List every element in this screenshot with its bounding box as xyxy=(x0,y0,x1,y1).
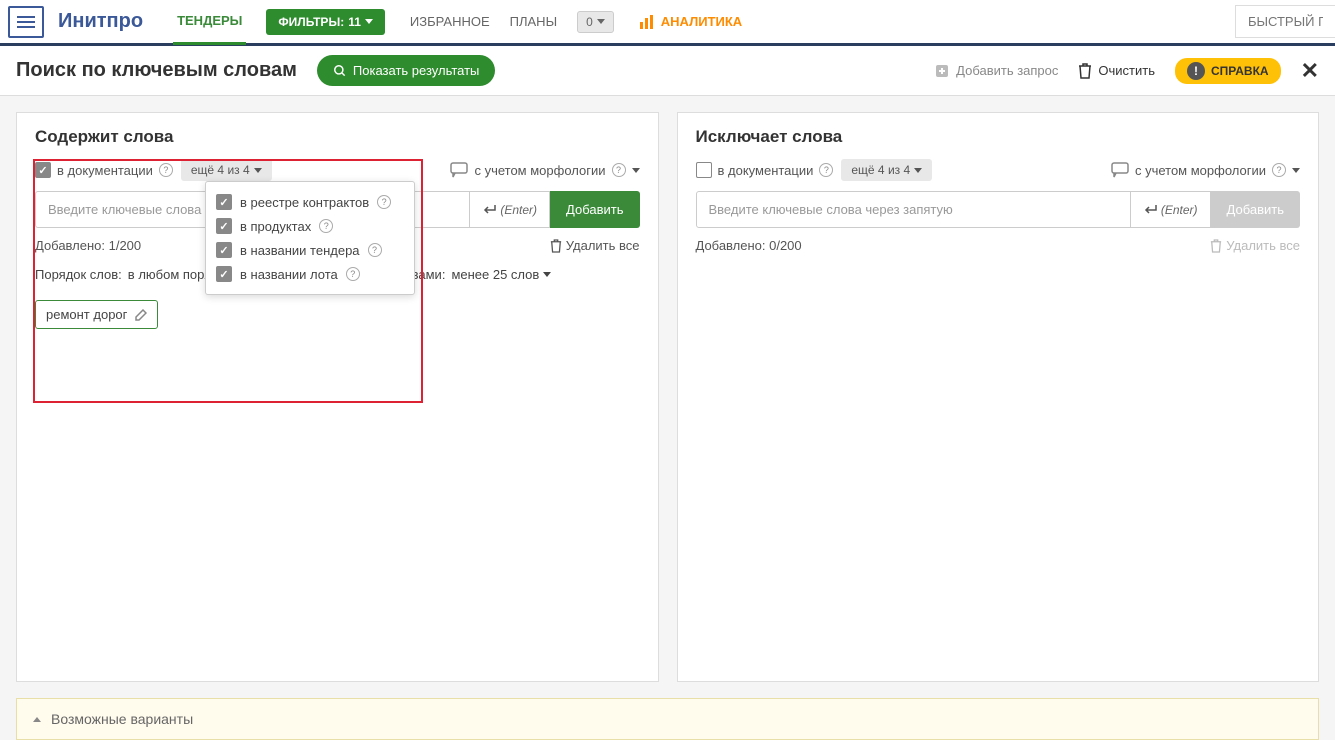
distance-dropdown[interactable]: менее 25 слов xyxy=(451,267,551,282)
page-header: Поиск по ключевым словам Показать резуль… xyxy=(0,46,1335,96)
delete-all-button[interactable]: Удалить все xyxy=(1210,238,1300,253)
enter-hint: (Enter) xyxy=(1131,191,1211,228)
option-tender-name[interactable]: в названии тендера ? xyxy=(214,238,406,262)
chevron-down-icon xyxy=(597,19,605,24)
content-area: Содержит слова в документации ? ещё 4 из… xyxy=(0,96,1335,698)
enter-icon xyxy=(1143,204,1157,216)
more-options-badge[interactable]: ещё 4 из 4 xyxy=(181,159,272,181)
pencil-icon xyxy=(135,309,147,321)
help-icon[interactable]: ? xyxy=(819,163,833,177)
add-query-button[interactable]: Добавить запрос xyxy=(934,63,1058,79)
morphology-toggle[interactable]: с учетом морфологии ? xyxy=(450,162,639,178)
checkbox-icon xyxy=(216,242,232,258)
trash-icon xyxy=(1210,239,1222,253)
filters-label: ФИЛЬТРЫ: xyxy=(278,15,344,29)
more-options-dropdown: в реестре контрактов ? в продуктах ? в н… xyxy=(205,181,415,295)
contains-words-panel: Содержит слова в документации ? ещё 4 из… xyxy=(16,112,659,682)
keyword-input-row: (Enter) Добавить xyxy=(696,191,1301,228)
option-contracts-registry[interactable]: в реестре контрактов ? xyxy=(214,190,406,214)
checkbox-icon xyxy=(216,218,232,234)
help-icon[interactable]: ? xyxy=(377,195,391,209)
in-docs-checkbox[interactable]: в документации ? xyxy=(696,162,834,178)
close-button[interactable]: ✕ xyxy=(1301,58,1319,84)
excludes-words-panel: Исключает слова в документации ? ещё 4 и… xyxy=(677,112,1320,682)
help-icon[interactable]: ? xyxy=(368,243,382,257)
enter-icon xyxy=(482,204,496,216)
help-icon[interactable]: ? xyxy=(346,267,360,281)
chevron-down-icon xyxy=(632,168,640,173)
trash-icon xyxy=(550,239,562,253)
nav-filters[interactable]: ФИЛЬТРЫ: 11 xyxy=(266,9,384,35)
more-options-badge[interactable]: ещё 4 из 4 xyxy=(841,159,932,181)
nav-analytics[interactable]: АНАЛИТИКА xyxy=(639,14,742,30)
option-products[interactable]: в продуктах ? xyxy=(214,214,406,238)
comment-icon xyxy=(450,162,468,178)
help-icon[interactable]: ? xyxy=(1272,163,1286,177)
help-button[interactable]: ! СПРАВКА xyxy=(1175,58,1281,84)
chevron-down-icon xyxy=(365,19,373,24)
show-results-button[interactable]: Показать результаты xyxy=(317,55,495,86)
info-icon: ! xyxy=(1187,62,1205,80)
added-counter: Добавлено: 0/200 xyxy=(696,238,802,253)
in-docs-checkbox[interactable]: в документации ? xyxy=(35,162,173,178)
add-keyword-button[interactable]: Добавить xyxy=(550,191,639,228)
chevron-up-icon xyxy=(33,717,41,722)
quick-search-input[interactable] xyxy=(1235,5,1335,38)
filters-count: 11 xyxy=(348,15,361,29)
option-lot-name[interactable]: в названии лота ? xyxy=(214,262,406,286)
page-title: Поиск по ключевым словам xyxy=(16,59,297,82)
header-actions: Добавить запрос Очистить ! СПРАВКА ✕ xyxy=(934,58,1319,84)
checkbox-icon xyxy=(696,162,712,178)
add-keyword-button[interactable]: Добавить xyxy=(1211,191,1300,228)
checkbox-icon xyxy=(216,266,232,282)
help-icon[interactable]: ? xyxy=(319,219,333,233)
nav-plans[interactable]: ПЛАНЫ xyxy=(510,14,557,29)
checkbox-icon xyxy=(216,194,232,210)
panel-title: Исключает слова xyxy=(696,127,1301,147)
possible-variants-bar[interactable]: Возможные варианты xyxy=(16,698,1319,740)
help-icon[interactable]: ? xyxy=(612,163,626,177)
comment-icon xyxy=(1111,162,1129,178)
checkbox-icon xyxy=(35,162,51,178)
enter-hint: (Enter) xyxy=(470,191,550,228)
chevron-down-icon xyxy=(914,168,922,173)
nav-tenders[interactable]: ТЕНДЕРЫ xyxy=(173,0,246,45)
nav-plans-count[interactable]: 0 xyxy=(577,11,614,33)
chevron-down-icon xyxy=(1292,168,1300,173)
chevron-down-icon xyxy=(543,272,551,277)
trash-icon xyxy=(1078,63,1092,79)
plus-icon xyxy=(934,63,950,79)
panel-options-row: в документации ? ещё 4 из 4 с учетом мор… xyxy=(696,159,1301,181)
keyword-tag[interactable]: ремонт дорог xyxy=(35,300,158,329)
help-icon[interactable]: ? xyxy=(159,163,173,177)
panel-title: Содержит слова xyxy=(35,127,640,147)
added-counter: Добавлено: 1/200 xyxy=(35,238,141,253)
nav-favorites[interactable]: ИЗБРАННОЕ xyxy=(410,14,490,29)
morphology-toggle[interactable]: с учетом морфологии ? xyxy=(1111,162,1300,178)
panel-options-row: в документации ? ещё 4 из 4 с учетом мор… xyxy=(35,159,640,181)
keyword-input[interactable] xyxy=(696,191,1131,228)
clear-button[interactable]: Очистить xyxy=(1078,63,1155,79)
top-navigation: Инитпро ТЕНДЕРЫ ФИЛЬТРЫ: 11 ИЗБРАННОЕ ПЛ… xyxy=(0,0,1335,46)
brand-logo[interactable]: Инитпро xyxy=(58,10,143,33)
bar-chart-icon xyxy=(639,14,655,30)
menu-button[interactable] xyxy=(8,6,44,38)
delete-all-button[interactable]: Удалить все xyxy=(550,238,640,253)
counter-row: Добавлено: 0/200 Удалить все xyxy=(696,238,1301,253)
hamburger-icon xyxy=(17,16,35,28)
search-icon xyxy=(333,64,347,78)
chevron-down-icon xyxy=(254,168,262,173)
